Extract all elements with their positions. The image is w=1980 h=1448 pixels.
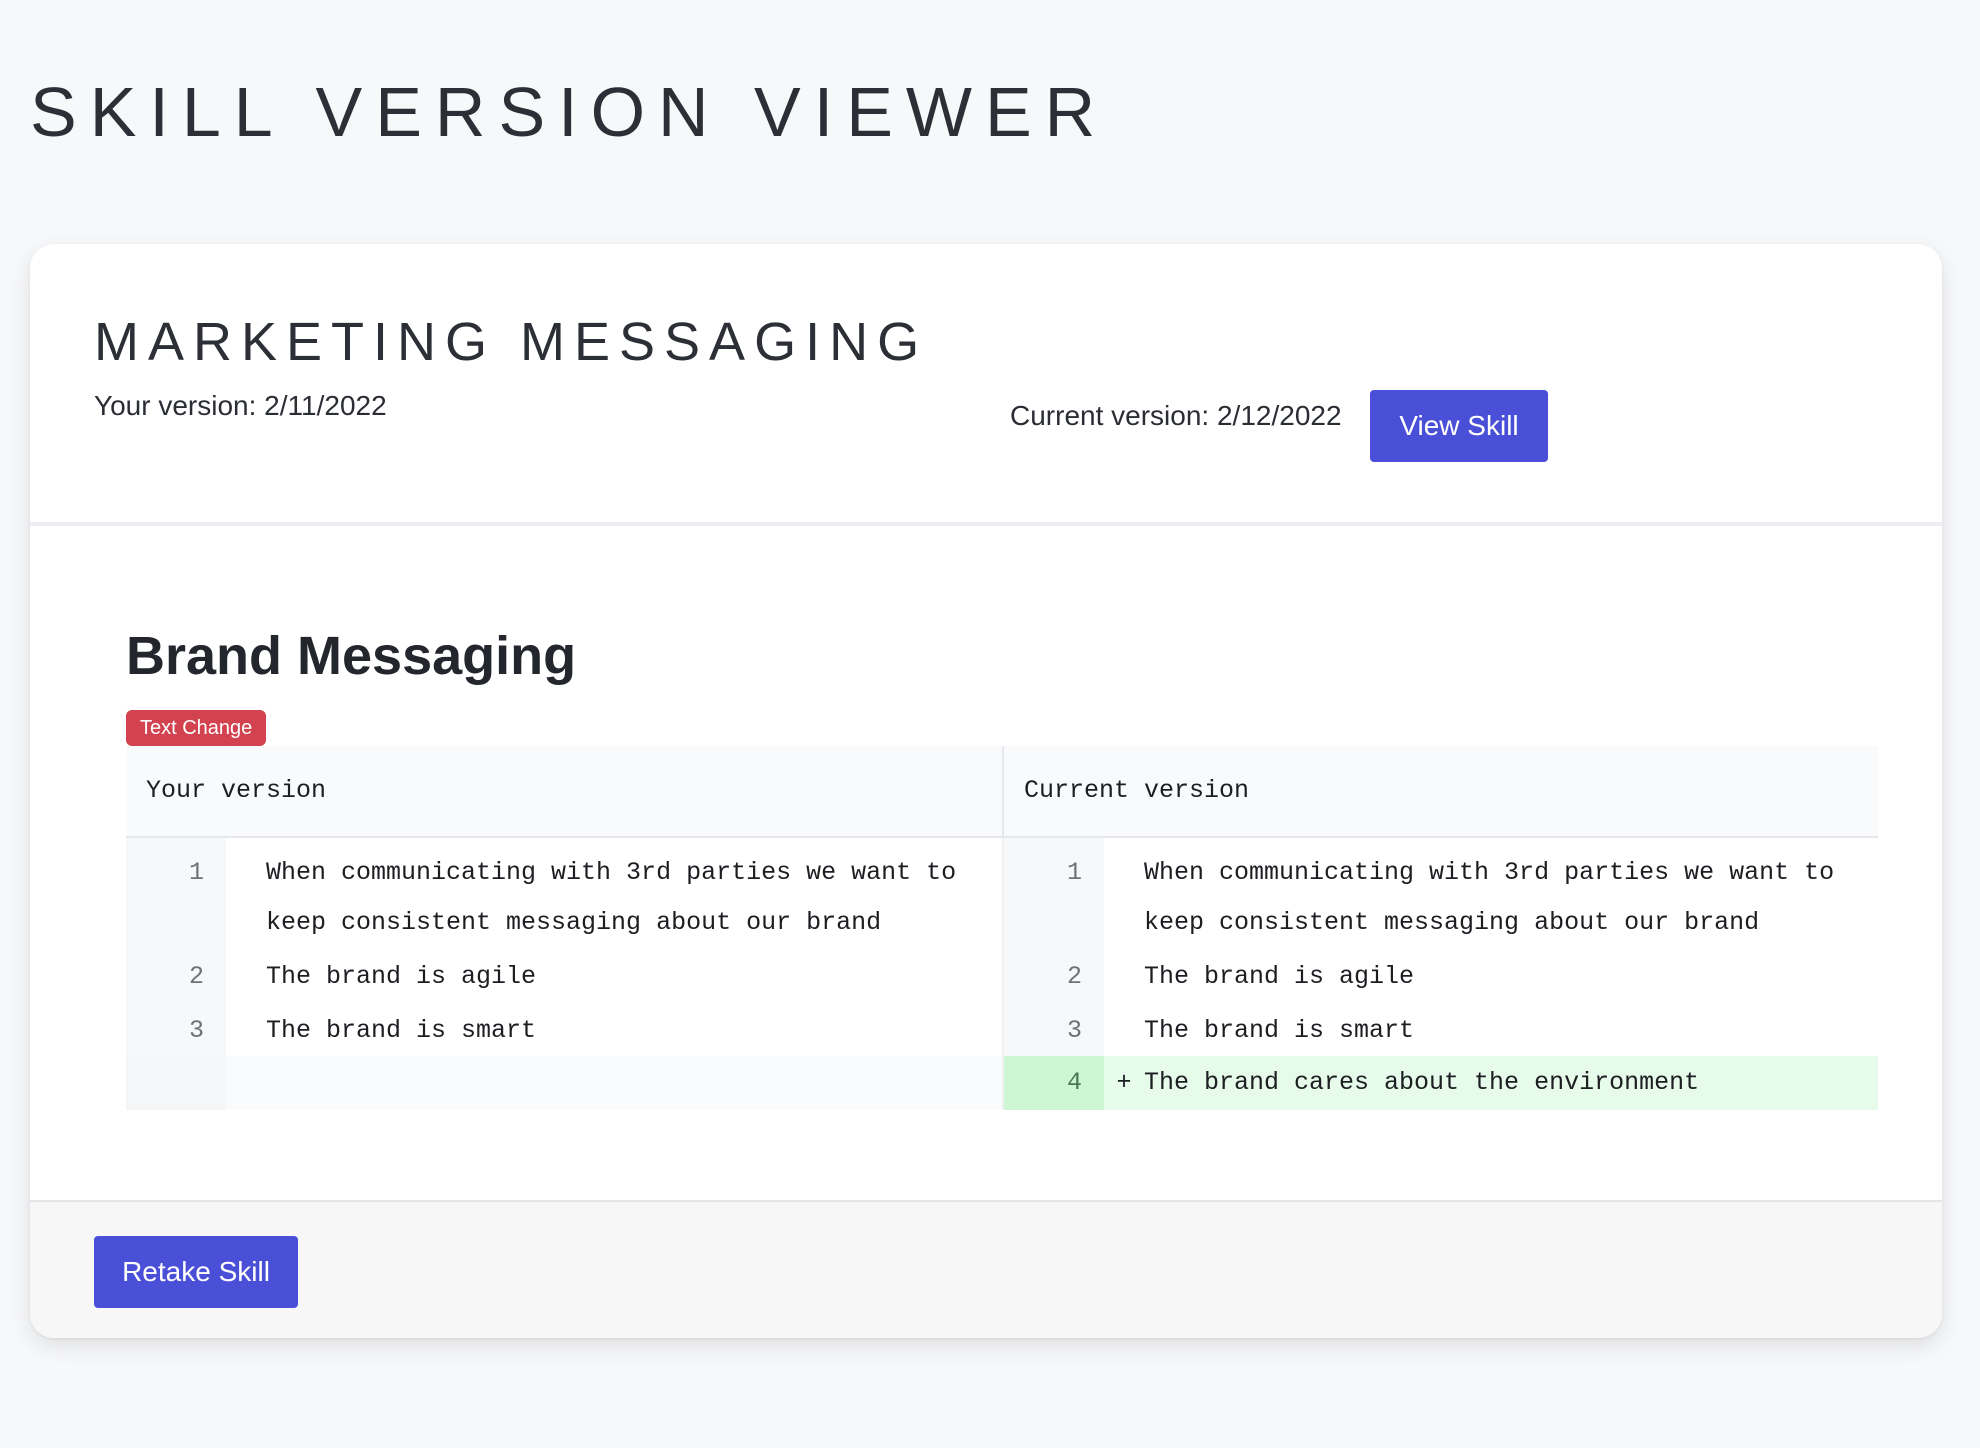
diff-row: 3 The brand is smart — [1004, 1002, 1878, 1056]
diff-body: 1 When communicating with 3rd parties we… — [126, 838, 1878, 1110]
line-number: 2 — [126, 948, 226, 1002]
line-number: 1 — [1004, 838, 1104, 948]
line-text: The brand is smart — [1144, 1016, 1415, 1045]
diff-marker — [226, 1056, 266, 1110]
diff-row: 1 When communicating with 3rd parties we… — [1004, 838, 1878, 948]
line-text: The brand is smart — [266, 1016, 537, 1045]
diff-row-empty — [126, 1056, 1002, 1110]
diff-marker — [226, 1002, 266, 1056]
your-version-date: Your version: 2/11/2022 — [94, 390, 387, 421]
diff-marker — [1104, 948, 1144, 1002]
line-text — [266, 1056, 1002, 1110]
left-column-header: Your version — [146, 776, 327, 805]
diff-marker — [1104, 838, 1144, 948]
added-marker: + — [1116, 1068, 1132, 1097]
line-number: 3 — [126, 1002, 226, 1056]
diff-header: Your version Current version — [126, 746, 1878, 838]
line-text: The brand cares about the environment — [1144, 1068, 1700, 1097]
diff-marker — [1104, 1002, 1144, 1056]
right-column-header: Current version — [1002, 746, 1878, 836]
section-title: Brand Messaging — [126, 626, 577, 686]
app-title: SKILL VERSION VIEWER — [30, 73, 1109, 151]
retake-skill-button[interactable]: Retake Skill — [94, 1236, 298, 1308]
diff-viewer: Your version Current version 1 When comm… — [126, 746, 1878, 1110]
diff-row: 3 The brand is smart — [126, 1002, 1002, 1056]
diff-row: 2 The brand is agile — [126, 948, 1002, 1002]
line-number: 2 — [1004, 948, 1104, 1002]
diff-row: 2 The brand is agile — [1004, 948, 1878, 1002]
line-text: When communicating with 3rd parties we w… — [266, 858, 957, 937]
line-number: 4 — [1004, 1056, 1104, 1110]
diff-marker — [226, 838, 266, 948]
view-skill-button[interactable]: View Skill — [1370, 390, 1548, 462]
line-text: When communicating with 3rd parties we w… — [1144, 858, 1835, 937]
diff-marker — [226, 948, 266, 1002]
card-header: MARKETING MESSAGING Your version: 2/11/2… — [30, 244, 1942, 526]
line-text: The brand is agile — [1144, 962, 1415, 991]
left-pane: 1 When communicating with 3rd parties we… — [126, 838, 1002, 1110]
line-number: 3 — [1004, 1002, 1104, 1056]
diff-row: 1 When communicating with 3rd parties we… — [126, 838, 1002, 948]
skill-title: MARKETING MESSAGING — [94, 312, 929, 372]
skill-card: MARKETING MESSAGING Your version: 2/11/2… — [30, 244, 1942, 1338]
diff-row-added: 4 + The brand cares about the environmen… — [1004, 1056, 1878, 1110]
line-number — [126, 1056, 226, 1110]
line-text: The brand is agile — [266, 962, 537, 991]
line-number: 1 — [126, 838, 226, 948]
current-version-date: Current version: 2/12/2022 — [1010, 400, 1342, 431]
right-pane: 1 When communicating with 3rd parties we… — [1002, 838, 1878, 1110]
text-change-badge: Text Change — [126, 710, 267, 746]
card-footer: Retake Skill — [30, 1200, 1942, 1338]
